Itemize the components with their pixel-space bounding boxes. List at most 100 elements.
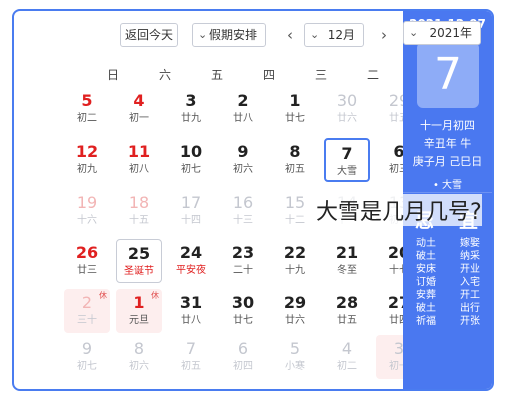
lunar-label: 小寒 — [285, 361, 305, 372]
lunar-label: 十三 — [233, 215, 253, 226]
day-cell[interactable]: 18 十五 — [116, 189, 162, 233]
day-number: 31 — [179, 293, 203, 312]
day-cell[interactable]: 9 初七 — [64, 335, 110, 379]
yi-item: 出行 — [460, 303, 480, 314]
prev-month-arrow[interactable]: ‹ — [282, 23, 298, 47]
day-cell[interactable]: 19 十六 — [64, 189, 110, 233]
yi-item: 纳采 — [460, 251, 480, 262]
panel-ganzhi-year: 辛丑年 牛 — [423, 137, 472, 150]
day-cell[interactable]: 16 十三 — [220, 189, 266, 233]
day-cell[interactable]: 8 初六 — [116, 335, 162, 379]
lunar-label: 元旦 — [129, 315, 149, 326]
day-number: 9 — [81, 339, 93, 358]
day-cell[interactable]: 12 初九 — [64, 138, 110, 182]
day-number: 4 — [341, 339, 353, 358]
panel-solar-term: • 大雪 — [432, 180, 463, 191]
ji-list: 动土 破土 安床 订婚 安葬 破土 祈福 — [411, 237, 441, 328]
day-number: 30 — [231, 293, 255, 312]
day-cell[interactable]: 30 廿六 — [324, 87, 370, 131]
back-today-button[interactable]: 返回今天 — [120, 23, 178, 47]
lunar-label: 平安夜 — [176, 265, 206, 276]
day-cell[interactable]: 1 廿七 — [272, 87, 318, 131]
day-number: 5 — [289, 339, 301, 358]
day-cell[interactable]: 17 十四 — [168, 189, 214, 233]
month-select[interactable]: ⌄ 12月 — [304, 23, 364, 47]
weekday-header: 一二三四五六日 — [14, 66, 431, 84]
day-number: 11 — [127, 142, 151, 161]
day-number: 6 — [237, 339, 249, 358]
day-cell[interactable]: 6 初四 — [220, 335, 266, 379]
lunar-label: 初六 — [129, 361, 149, 372]
day-number: 10 — [179, 142, 203, 161]
day-cell[interactable]: 24 平安夜 — [168, 239, 214, 283]
lunar-label: 初九 — [77, 164, 97, 175]
lunar-label: 十六 — [77, 215, 97, 226]
lunar-label: 廿八 — [181, 315, 201, 326]
lunar-label: 廿五 — [337, 315, 357, 326]
lunar-label: 初四 — [233, 361, 253, 372]
question-overlay-text: 大雪是几月几号? — [316, 194, 482, 226]
lunar-label: 初五 — [181, 361, 201, 372]
day-cell[interactable]: 7 大雪 — [324, 138, 370, 182]
day-cell[interactable]: 5 小寒 — [272, 335, 318, 379]
day-number: 8 — [289, 142, 301, 161]
day-cell[interactable]: 22 十九 — [272, 239, 318, 283]
day-cell[interactable]: 9 初六 — [220, 138, 266, 182]
weekday-label: 五 — [210, 68, 223, 82]
year-select[interactable]: ⌄ 2021年 — [403, 21, 481, 45]
day-cell[interactable]: 8 初五 — [272, 138, 318, 182]
day-cell[interactable]: 25 圣诞节 — [116, 239, 162, 283]
day-cell[interactable]: 11 初八 — [116, 138, 162, 182]
day-cell[interactable]: 26 廿三 — [64, 239, 110, 283]
day-cell[interactable]: 5 初二 — [64, 87, 110, 131]
day-number: 21 — [335, 243, 359, 262]
day-cell[interactable]: 10 初七 — [168, 138, 214, 182]
day-number: 30 — [336, 91, 358, 110]
day-cell[interactable]: 23 二十 — [220, 239, 266, 283]
day-cell[interactable]: 7 初五 — [168, 335, 214, 379]
day-cell[interactable]: 21 冬至 — [324, 239, 370, 283]
lunar-label: 初八 — [129, 164, 149, 175]
lunar-label: 初一 — [129, 113, 149, 124]
lunar-label: 廿六 — [337, 113, 357, 124]
ji-item: 破土 — [416, 303, 436, 314]
day-cell[interactable]: 15 十二 — [272, 189, 318, 233]
day-number: 25 — [127, 244, 151, 263]
lunar-label: 初二 — [77, 113, 97, 124]
lunar-label: 初七 — [77, 361, 97, 372]
day-cell[interactable]: 31 廿八 — [168, 289, 214, 333]
day-number: 4 — [133, 91, 145, 110]
lunar-label: 廿七 — [285, 113, 305, 124]
weekday-label: 日 — [106, 68, 119, 82]
day-cell[interactable]: 2 廿八 — [220, 87, 266, 131]
day-cell[interactable]: 1 元旦休 — [116, 289, 162, 333]
rest-day-tag: 休 — [99, 291, 107, 300]
day-number: 9 — [237, 142, 249, 161]
day-cell[interactable]: 2 三十休 — [64, 289, 110, 333]
lunar-label: 冬至 — [337, 265, 357, 276]
day-cell[interactable]: 29 廿六 — [272, 289, 318, 333]
day-number: 23 — [231, 243, 255, 262]
holiday-select[interactable]: ⌄ 假期安排 — [192, 23, 266, 47]
day-cell[interactable]: 4 初二 — [324, 335, 370, 379]
day-cell[interactable]: 28 廿五 — [324, 289, 370, 333]
day-cell[interactable]: 3 廿九 — [168, 87, 214, 131]
rest-day-tag: 休 — [151, 291, 159, 300]
day-number: 7 — [341, 144, 353, 163]
day-number: 15 — [284, 193, 306, 212]
yi-list: 嫁娶 纳采 开业 入宅 开工 出行 开张 — [455, 237, 485, 328]
next-month-arrow[interactable]: › — [376, 23, 392, 47]
day-number: 18 — [128, 193, 150, 212]
lunar-label: 大雪 — [337, 166, 357, 177]
lunar-label: 十九 — [285, 265, 305, 276]
chevron-down-icon: ⌄ — [409, 26, 419, 39]
panel-divider — [403, 192, 492, 193]
ji-item: 订婚 — [416, 277, 436, 288]
day-number: 24 — [179, 243, 203, 262]
weekday-label: 三 — [314, 68, 327, 82]
day-cell[interactable]: 4 初一 — [116, 87, 162, 131]
day-cell[interactable]: 30 廿七 — [220, 289, 266, 333]
lunar-label: 十五 — [129, 215, 149, 226]
calendar-toolbar: 返回今天 ⌄ 假期安排 ‹ ⌄ 12月 › — [14, 23, 403, 47]
lunar-label: 初七 — [181, 164, 201, 175]
